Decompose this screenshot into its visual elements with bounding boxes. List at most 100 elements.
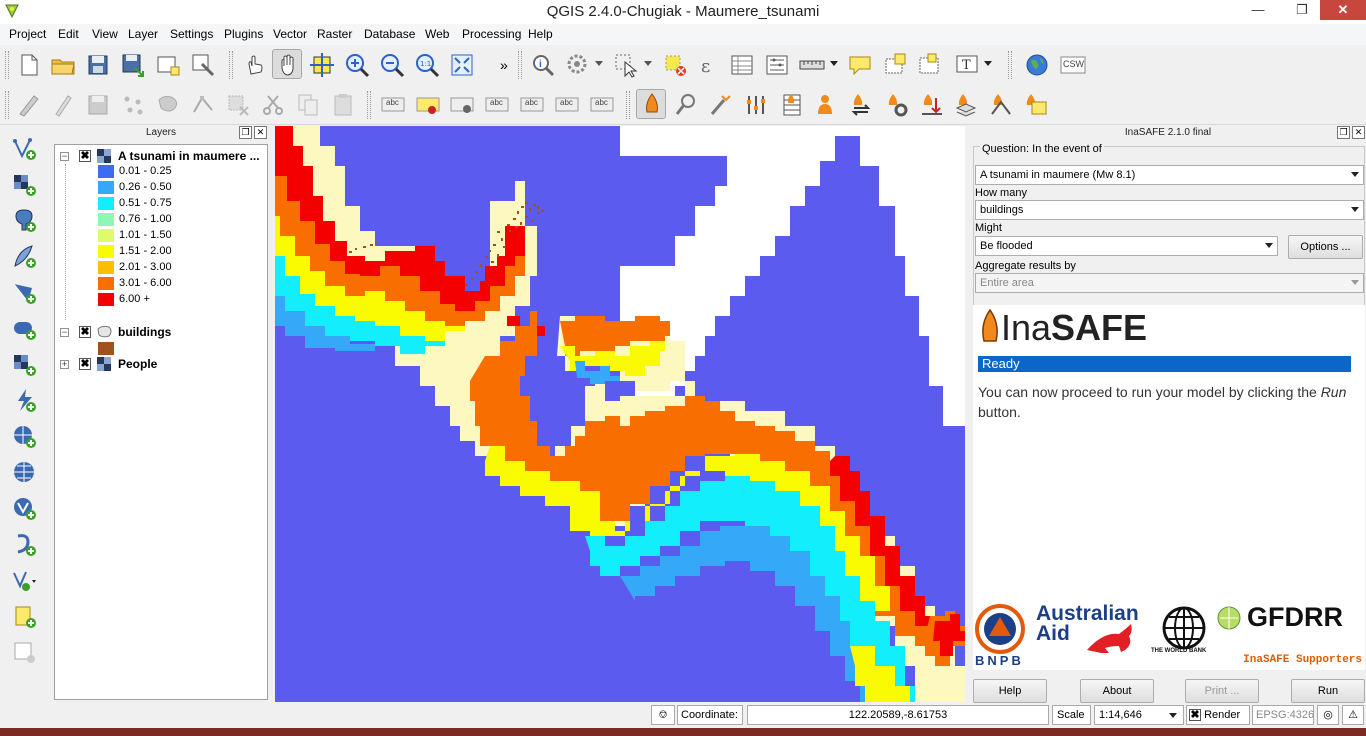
results-view[interactable]: InaSAFE Ready You can now proceed to run…: [973, 305, 1365, 602]
layer-item-people[interactable]: + ✖ People: [55, 356, 267, 372]
zoom-native-icon[interactable]: 1:1: [412, 50, 442, 80]
chevron-down-icon[interactable]: [644, 61, 652, 66]
add-vector-layer-icon[interactable]: [10, 134, 40, 164]
field-calculator-icon[interactable]: ε: [693, 50, 723, 80]
render-checkbox[interactable]: ✖: [1189, 709, 1201, 722]
impact-function-combo[interactable]: Be flooded: [975, 236, 1278, 256]
save-project-icon[interactable]: [83, 50, 113, 80]
toolbar-grip[interactable]: [229, 51, 233, 79]
coordinate-toggle-icon[interactable]: ⎊: [651, 705, 675, 725]
menu-view[interactable]: View: [92, 27, 118, 41]
menu-project[interactable]: Project: [9, 27, 46, 41]
add-postgis-layer-icon[interactable]: [10, 206, 40, 236]
impact-table-icon[interactable]: [776, 90, 806, 120]
batch-runner-icon[interactable]: [951, 90, 981, 120]
add-osm-icon[interactable]: [1021, 90, 1051, 120]
close-button[interactable]: ✕: [1320, 0, 1366, 20]
options-button[interactable]: Options ...: [1288, 235, 1363, 259]
layer-visibility-checkbox[interactable]: ✖: [79, 358, 91, 370]
close-panel-icon[interactable]: ✕: [1352, 126, 1365, 139]
touch-zoom-icon[interactable]: [239, 50, 269, 80]
menu-vector[interactable]: Vector: [273, 27, 307, 41]
statistics-icon[interactable]: [762, 50, 792, 80]
menu-plugins[interactable]: Plugins: [224, 27, 263, 41]
save-edits-icon[interactable]: [83, 90, 113, 120]
composer-manager-icon[interactable]: [188, 50, 218, 80]
add-mssql-layer-icon[interactable]: [10, 278, 40, 308]
node-tool-icon[interactable]: [188, 90, 218, 120]
menu-raster[interactable]: Raster: [317, 27, 352, 41]
select-features-icon[interactable]: [611, 50, 641, 80]
keywords-icon[interactable]: [671, 90, 701, 120]
pan-to-selection-icon[interactable]: [307, 50, 337, 80]
new-project-icon[interactable]: [14, 50, 44, 80]
people-icon[interactable]: [811, 90, 841, 120]
collapse-icon[interactable]: −: [60, 328, 69, 337]
layer-visibility-checkbox[interactable]: ✖: [79, 326, 91, 338]
options-icon[interactable]: [881, 90, 911, 120]
layer-item-tsunami[interactable]: − ✖ A tsunami in maumere ...: [55, 148, 267, 164]
float-panel-icon[interactable]: ❐: [1337, 126, 1350, 139]
paste-features-icon[interactable]: [328, 90, 358, 120]
current-edits-icon[interactable]: [14, 90, 44, 120]
about-button[interactable]: About: [1080, 679, 1154, 703]
crs-status[interactable]: EPSG:4326: [1252, 705, 1314, 725]
float-panel-icon[interactable]: ❐: [239, 126, 252, 139]
menu-help[interactable]: Help: [528, 27, 553, 41]
attribute-table-icon[interactable]: [727, 50, 757, 80]
menu-processing[interactable]: Processing: [462, 27, 521, 41]
add-wfs-vector-icon[interactable]: [10, 494, 40, 524]
save-scenario-icon[interactable]: [986, 90, 1016, 120]
menu-layer[interactable]: Layer: [128, 27, 158, 41]
chevron-down-icon[interactable]: [830, 61, 838, 66]
toolbar-grip[interactable]: [5, 91, 9, 119]
hazard-combo[interactable]: A tsunami in maumere (Mw 8.1): [975, 165, 1364, 185]
minimize-button[interactable]: —: [1244, 0, 1272, 20]
copy-features-icon[interactable]: [293, 90, 323, 120]
inasafe-dock-icon[interactable]: [636, 89, 666, 119]
pin-labels-icon[interactable]: [413, 90, 443, 120]
new-shapefile-icon[interactable]: [10, 566, 40, 596]
add-arcgis-layer-icon[interactable]: [10, 530, 40, 560]
messages-icon[interactable]: ◎: [1317, 705, 1339, 725]
coordinate-field[interactable]: 122.20589,-8.61753: [747, 705, 1049, 725]
impact-functions-icon[interactable]: [741, 90, 771, 120]
map-tips-icon[interactable]: [845, 50, 875, 80]
toggle-editing-icon[interactable]: [48, 90, 78, 120]
toolbar-grip[interactable]: [5, 51, 9, 79]
measure-line-icon[interactable]: [797, 50, 827, 80]
menu-web[interactable]: Web: [425, 27, 449, 41]
cut-features-icon[interactable]: [258, 90, 288, 120]
new-print-composer-icon[interactable]: [153, 50, 183, 80]
add-raster-layer-icon[interactable]: [10, 170, 40, 200]
layer-visibility-checkbox[interactable]: ✖: [79, 150, 91, 162]
scale-combo[interactable]: 1:14,646: [1094, 705, 1184, 725]
open-project-icon[interactable]: [48, 50, 78, 80]
show-bookmarks-icon[interactable]: [914, 50, 944, 80]
toolbar-grip[interactable]: [518, 51, 522, 79]
chevron-down-icon[interactable]: [984, 61, 992, 66]
highlight-pinned-icon[interactable]: [447, 90, 477, 120]
add-wms-layer-icon[interactable]: [10, 350, 40, 380]
add-oracle-layer-icon[interactable]: [10, 314, 40, 344]
close-panel-icon[interactable]: ✕: [254, 126, 267, 139]
zoom-out-icon[interactable]: [377, 50, 407, 80]
rotate-label-icon[interactable]: abc: [552, 90, 582, 120]
csw-icon[interactable]: CSW: [1058, 50, 1088, 80]
move-label-icon[interactable]: abc: [517, 90, 547, 120]
text-annotation-icon[interactable]: T: [952, 50, 982, 80]
expand-icon[interactable]: +: [60, 360, 69, 369]
add-wcs-layer-icon[interactable]: [10, 422, 40, 452]
menu-settings[interactable]: Settings: [170, 27, 213, 41]
zoom-full-icon[interactable]: [447, 50, 477, 80]
restore-button[interactable]: ❐: [1288, 0, 1316, 20]
new-bookmark-icon[interactable]: [880, 50, 910, 80]
delete-selected-icon[interactable]: [223, 90, 253, 120]
globe-icon[interactable]: [1022, 50, 1052, 80]
toolbar-grip[interactable]: [367, 91, 371, 119]
collapse-icon[interactable]: −: [60, 152, 69, 161]
map-canvas[interactable]: [275, 126, 965, 702]
pan-map-icon[interactable]: [272, 49, 302, 79]
add-spatialite-layer-icon[interactable]: [10, 242, 40, 272]
aggregation-combo[interactable]: Entire area: [975, 273, 1364, 293]
